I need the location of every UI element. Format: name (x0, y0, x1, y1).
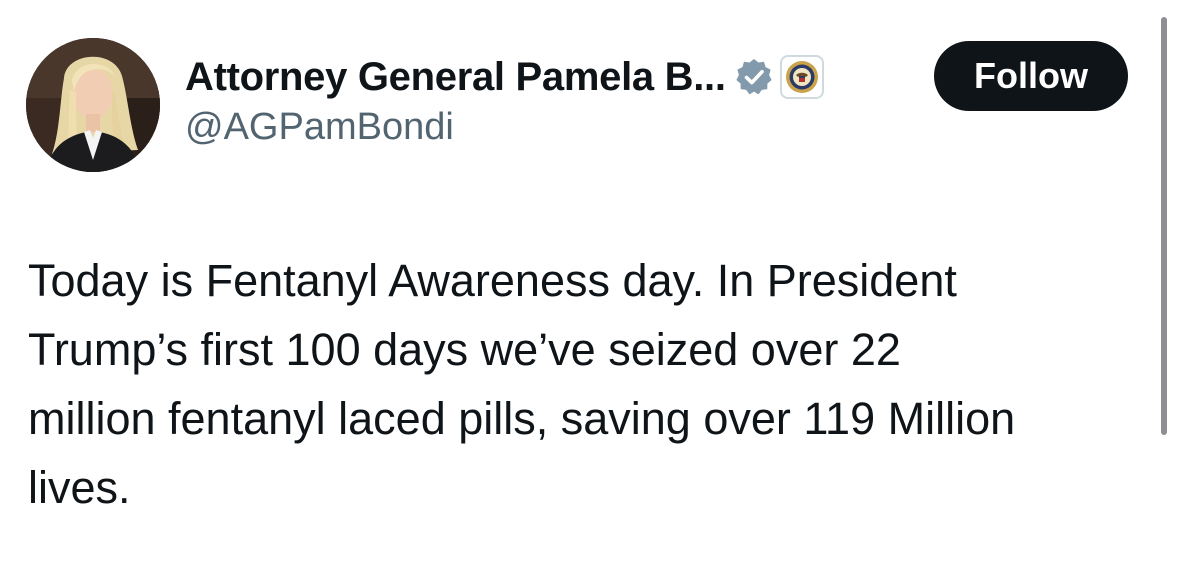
name-row: Attorney General Pamela B... (185, 52, 824, 102)
author-handle[interactable]: @AGPamBondi (185, 106, 824, 149)
scrollbar[interactable] (1161, 17, 1167, 435)
tweet-header: Attorney General Pamela B... @AGPamBondi (185, 52, 824, 149)
avatar[interactable] (26, 38, 160, 172)
department-of-justice-seal-icon[interactable] (779, 55, 824, 99)
tweet-text: Today is Fentanyl Awareness day. In Pres… (28, 255, 1016, 513)
avatar-photo (26, 38, 160, 172)
author-display-name[interactable]: Attorney General Pamela B... (185, 55, 726, 100)
verified-badge-icon[interactable] (734, 57, 774, 97)
tweet-card: Attorney General Pamela B... @AGPamBondi… (0, 0, 1179, 571)
follow-button[interactable]: Follow (934, 41, 1128, 111)
